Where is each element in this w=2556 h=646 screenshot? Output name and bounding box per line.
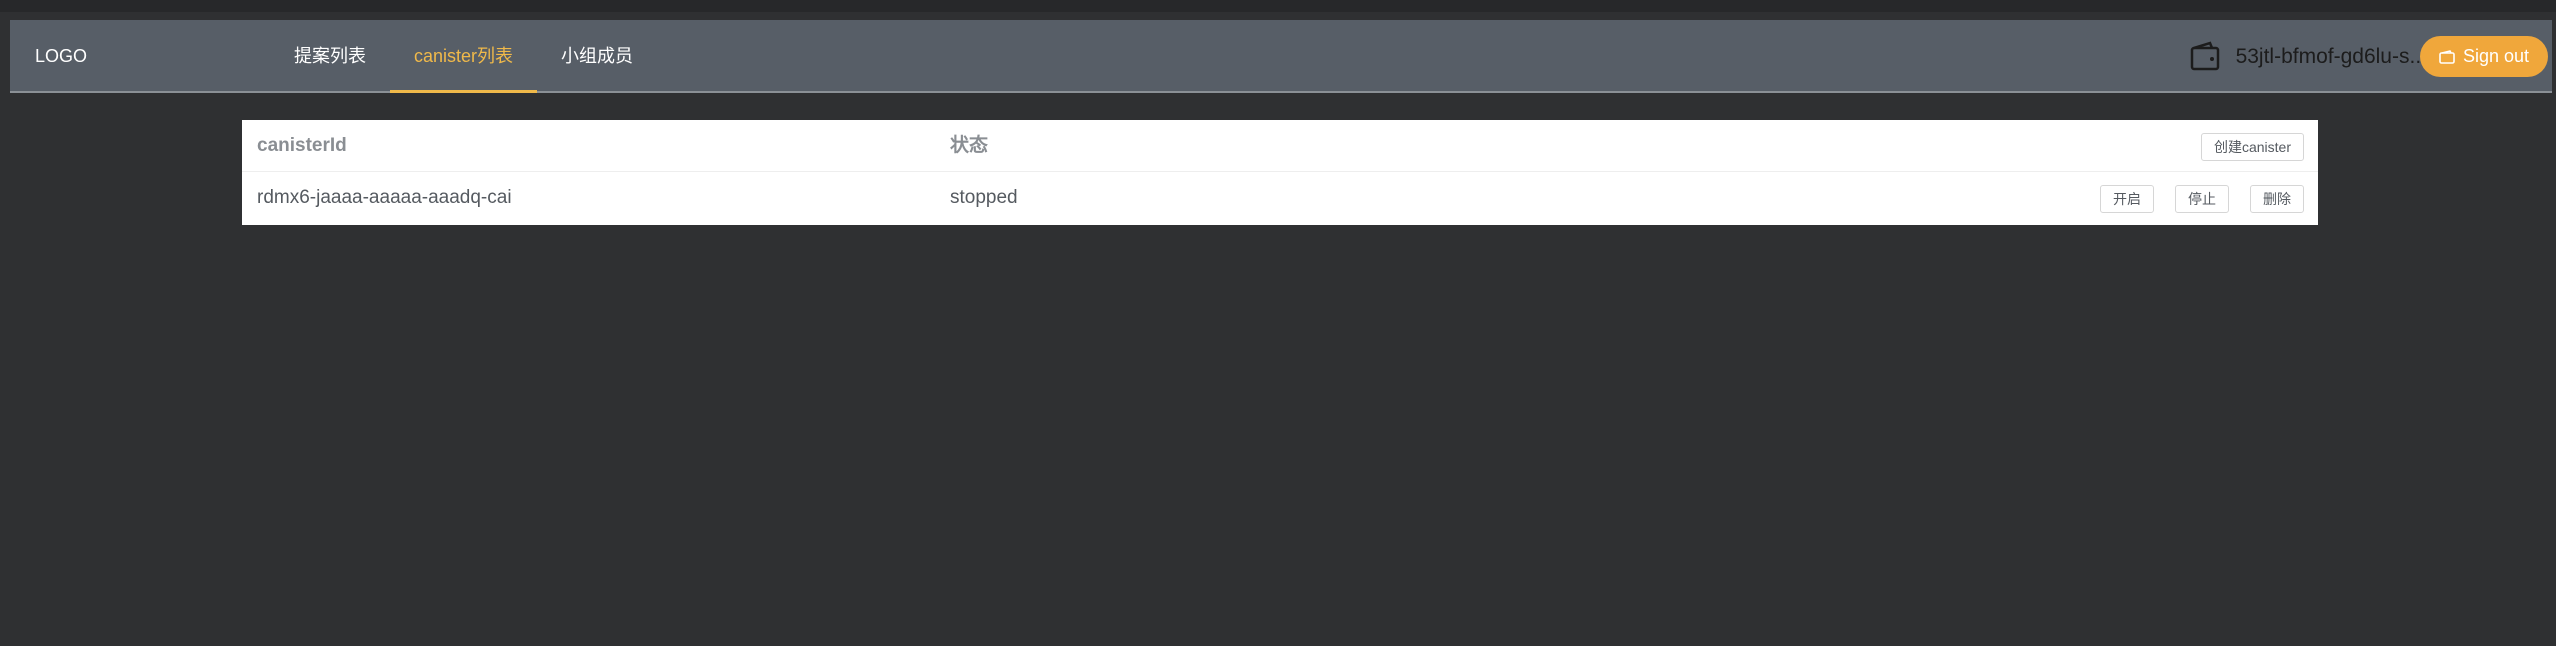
delete-button[interactable]: 删除 <box>2250 185 2304 213</box>
app-header: LOGO 提案列表 canister列表 小组成员 53jtl-bfmof-gd… <box>10 20 2552 93</box>
canister-table: canisterId 状态 创建canister rdmx6-jaaaa-aaa… <box>242 120 2318 225</box>
nav-proposals[interactable]: 提案列表 <box>270 20 390 93</box>
table-row: rdmx6-jaaaa-aaaaa-aaadq-cai stopped 开启 停… <box>242 172 2318 225</box>
stop-button[interactable]: 停止 <box>2175 185 2229 213</box>
signout-icon <box>2439 49 2455 64</box>
canister-id-cell: rdmx6-jaaaa-aaaaa-aaadq-cai <box>257 187 512 208</box>
main-nav: 提案列表 canister列表 小组成员 <box>270 20 657 93</box>
create-canister-button[interactable]: 创建canister <box>2200 133 2304 161</box>
account-id: 53jtl-bfmof-gd6lu-s... <box>2235 44 2427 68</box>
nav-canisters[interactable]: canister列表 <box>390 20 538 93</box>
sign-out-button[interactable]: Sign out <box>2420 36 2548 77</box>
wallet-icon <box>2190 40 2219 70</box>
table-header-row: canisterId 状态 创建canister <box>242 120 2318 172</box>
status-cell: stopped <box>950 187 1018 208</box>
wallet-account[interactable]: 53jtl-bfmof-gd6lu-s... <box>2188 20 2427 93</box>
window-top-strip <box>0 0 2556 12</box>
column-header-canister-id: canisterId <box>257 135 347 156</box>
logo[interactable]: LOGO <box>35 20 87 93</box>
nav-members[interactable]: 小组成员 <box>537 20 657 93</box>
column-header-status: 状态 <box>950 135 989 156</box>
start-button[interactable]: 开启 <box>2100 185 2154 213</box>
sign-out-label: Sign out <box>2462 46 2530 66</box>
